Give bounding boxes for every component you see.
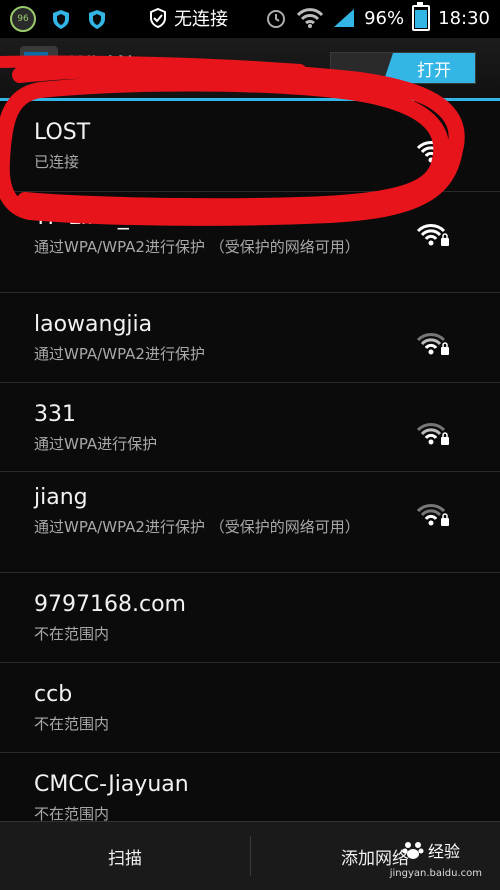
- network-item-9797168[interactable]: 9797168.com 不在范围内: [0, 573, 500, 663]
- network-status-text: 无连接: [174, 9, 228, 30]
- page-title: WLAN: [70, 52, 134, 76]
- network-ssid: TP-LINK_tsrt521: [34, 205, 209, 230]
- network-ssid: CMCC-Jiayuan: [34, 772, 189, 797]
- baidu-watermark: 经验: [402, 838, 460, 862]
- network-ssid: LOST: [34, 120, 91, 145]
- toggle-on-label[interactable]: 打开: [383, 53, 475, 83]
- network-ssid: 331: [34, 402, 76, 427]
- network-ssid: laowangjia: [34, 312, 153, 337]
- wifi-signal-lock-icon: [416, 224, 449, 246]
- network-ssid: 9797168.com: [34, 592, 186, 617]
- paw-icon: [402, 842, 424, 859]
- network-item-ccb[interactable]: ccb 不在范围内: [0, 663, 500, 753]
- network-status: 通过WPA/WPA2进行保护 （受保护的网络可用）: [34, 238, 360, 256]
- shield-icon: [89, 10, 105, 29]
- wlan-toggle[interactable]: 打开: [330, 52, 476, 84]
- network-item-jiang[interactable]: jiang 通过WPA/WPA2进行保护 （受保护的网络可用）: [0, 472, 500, 573]
- network-status: 不在范围内: [34, 805, 110, 821]
- action-bar: WLAN 打开: [0, 38, 500, 98]
- signal-icon: [334, 9, 355, 27]
- scan-button[interactable]: 扫描: [0, 822, 250, 890]
- wifi-status-icon: [296, 8, 324, 28]
- settings-app-icon[interactable]: [20, 46, 58, 80]
- network-status: 通过WPA进行保护: [34, 435, 158, 453]
- wifi-network-list: LOST 已连接 TP-LINK_tsrt521 通过WPA/WPA2进行保护 …: [0, 101, 500, 821]
- battery-percent: 96%: [364, 7, 405, 29]
- clock: 18:30: [438, 7, 490, 29]
- network-status: 不在范围内: [34, 625, 110, 643]
- network-item-lost[interactable]: LOST 已连接: [0, 101, 500, 192]
- network-ssid: jiang: [34, 485, 88, 510]
- network-status: 不在范围内: [34, 715, 110, 733]
- network-status: 通过WPA/WPA2进行保护 （受保护的网络可用）: [34, 518, 360, 536]
- status-bar: 96 无连接 96% 18:30: [0, 0, 500, 38]
- shield-icon: [53, 10, 69, 29]
- network-ssid: ccb: [34, 682, 73, 707]
- watermark-text: 经验: [427, 842, 460, 861]
- watermark-url: jingyan.baidu.com: [389, 868, 482, 879]
- network-item-tp-link[interactable]: TP-LINK_tsrt521 通过WPA/WPA2进行保护 （受保护的网络可用…: [0, 192, 500, 293]
- wifi-signal-lock-icon: [416, 333, 449, 355]
- network-status: 通过WPA/WPA2进行保护: [34, 345, 205, 363]
- add-network-button[interactable]: 添加网络: [250, 822, 500, 890]
- vpn-shield-icon: [150, 7, 166, 29]
- network-item-cmcc-jiayuan[interactable]: CMCC-Jiayuan 不在范围内: [0, 753, 500, 821]
- network-item-331[interactable]: 331 通过WPA进行保护: [0, 383, 500, 472]
- alarm-icon: [267, 10, 286, 28]
- wifi-signal-lock-icon: [416, 141, 449, 163]
- wifi-signal-lock-icon: [416, 504, 449, 526]
- network-status: 已连接: [34, 153, 80, 171]
- battery-icon: [412, 2, 431, 31]
- wifi-signal-lock-icon: [416, 423, 449, 445]
- notification-badge: 96: [10, 6, 36, 32]
- network-item-laowangjia[interactable]: laowangjia 通过WPA/WPA2进行保护: [0, 293, 500, 383]
